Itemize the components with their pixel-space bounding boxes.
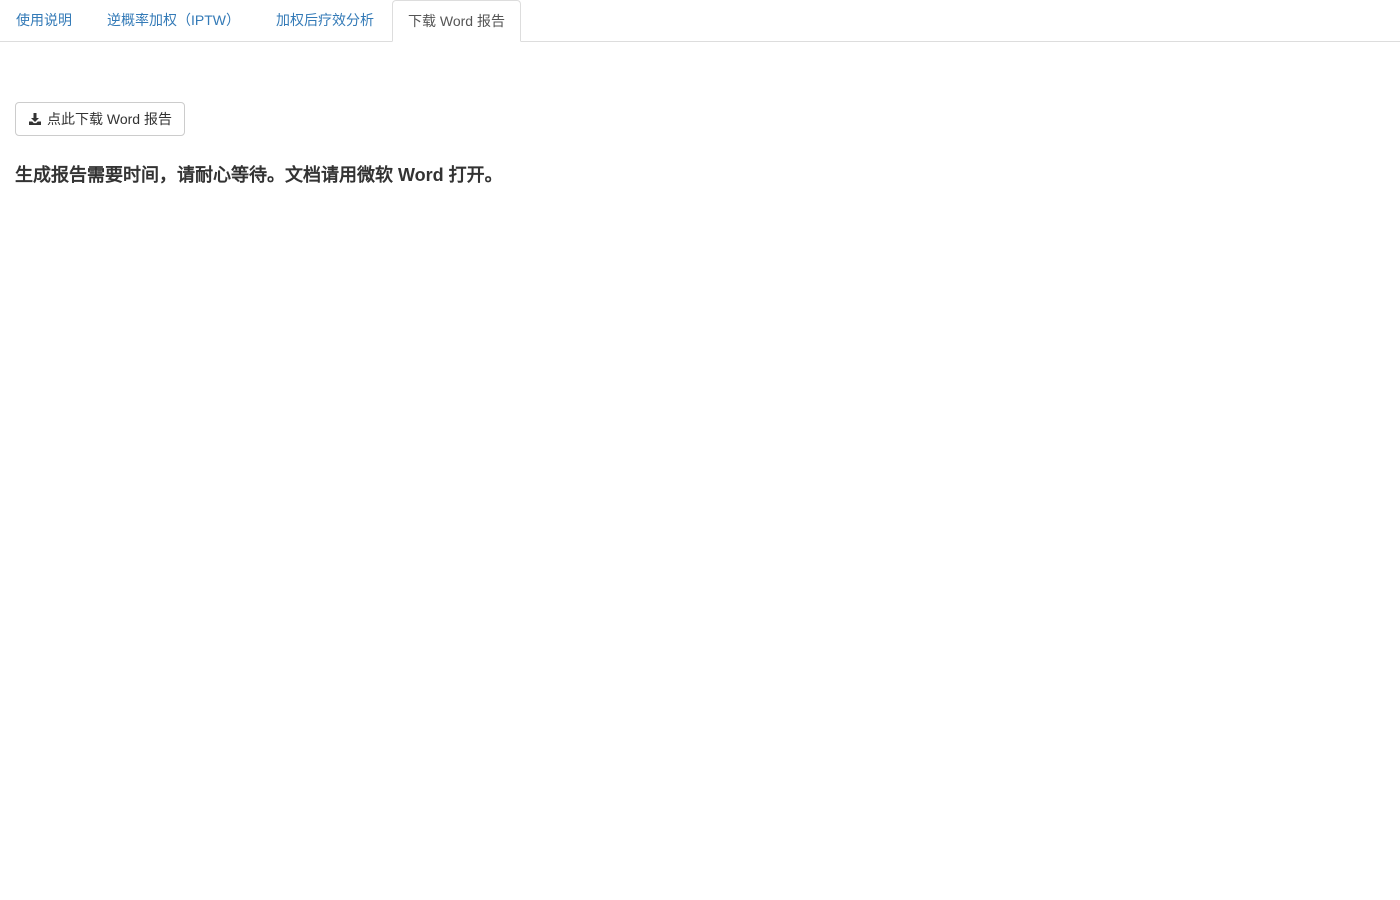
tab-weighted-analysis[interactable]: 加权后疗效分析 bbox=[258, 0, 392, 41]
download-report-button[interactable]: 点此下载 Word 报告 bbox=[15, 102, 185, 136]
tab-bar: 使用说明 逆概率加权（IPTW） 加权后疗效分析 下载 Word 报告 bbox=[0, 0, 1400, 42]
download-icon bbox=[29, 113, 41, 125]
download-report-button-label: 点此下载 Word 报告 bbox=[47, 111, 172, 127]
tab-download-report[interactable]: 下载 Word 报告 bbox=[392, 0, 521, 42]
tab-content: 点此下载 Word 报告 生成报告需要时间，请耐心等待。文档请用微软 Word … bbox=[0, 42, 1400, 187]
report-note: 生成报告需要时间，请耐心等待。文档请用微软 Word 打开。 bbox=[15, 165, 503, 185]
tab-iptw[interactable]: 逆概率加权（IPTW） bbox=[89, 0, 258, 41]
tab-instructions[interactable]: 使用说明 bbox=[0, 0, 89, 41]
